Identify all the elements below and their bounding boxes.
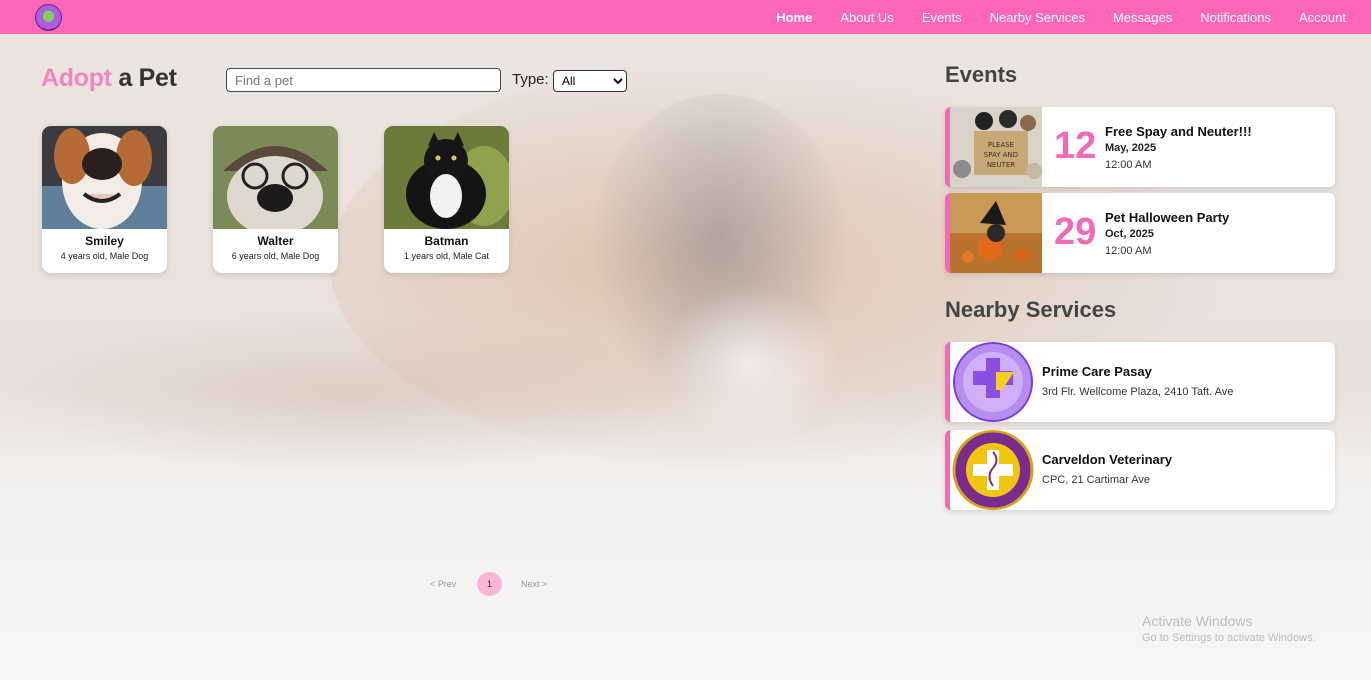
service-name: Prime Care Pasay [1042,364,1152,379]
pet-name: Walter [257,234,294,248]
nav-events[interactable]: Events [922,10,962,25]
watermark-line2: Go to Settings to activate Windows. [1142,632,1316,644]
nav-home[interactable]: Home [776,10,812,25]
svg-text:SPAY AND: SPAY AND [984,151,1018,159]
watermark-line1: Activate Windows [1142,613,1253,629]
pet-info: 4 years old, Male Dog [60,251,149,261]
event-month: Oct, 2025 [1105,228,1154,240]
pet-name: Batman [424,234,469,248]
search-input[interactable] [226,68,501,92]
carveldon-logo [952,430,1034,510]
nav-notifications[interactable]: Notifications [1200,10,1271,25]
event-image: PLEASE SPAY AND NEUTER [950,107,1042,187]
page-title: Adopt a Pet [41,64,177,93]
cat-photo [384,126,509,229]
dog-photo [42,126,167,229]
nav-nearby-services[interactable]: Nearby Services [990,10,1085,25]
event-time: 12:00 AM [1105,245,1152,257]
nav-about-us[interactable]: About Us [840,10,893,25]
pagination: < Prev 1 Next > [0,572,1371,596]
service-card[interactable]: Prime Care Pasay 3rd Flr. Wellcome Plaza… [945,342,1335,422]
pet-name: Smiley [85,234,124,248]
service-name: Carveldon Veterinary [1042,452,1173,467]
event-title: Pet Halloween Party [1105,210,1230,225]
services-heading: Nearby Services [945,297,1117,322]
nav-messages[interactable]: Messages [1113,10,1172,25]
event-title: Free Spay and Neuter!!! [1105,124,1252,139]
title-rest: a Pet [118,64,177,92]
pet-card[interactable]: Walter 6 years old, Male Dog [213,126,338,273]
page-1-button[interactable]: 1 [477,572,502,596]
svg-text:PLEASE: PLEASE [988,141,1014,149]
title-highlight: Adopt [41,64,112,92]
pet-info: 1 years old, Male Cat [403,251,490,261]
pet-info: 6 years old, Male Dog [231,251,320,261]
activate-windows-watermark: Activate Windows Go to Settings to activ… [1142,613,1316,644]
dog-photo [213,126,338,229]
prime-care-logo [952,342,1034,422]
event-month: May, 2025 [1105,142,1157,154]
prev-page-button[interactable]: < Prev [430,579,456,589]
site-logo[interactable] [35,4,62,31]
nav-account[interactable]: Account [1299,10,1346,25]
svg-text:NEUTER: NEUTER [987,161,1015,169]
service-card[interactable]: Carveldon Veterinary CPC, 21 Cartimar Av… [945,430,1335,510]
event-day: 12 [1054,125,1097,167]
event-day: 29 [1054,211,1097,253]
pet-card[interactable]: Batman 1 years old, Male Cat [384,126,509,273]
top-nav: Home About Us Events Nearby Services Mes… [0,0,1371,34]
service-address: 3rd Flr. Wellcome Plaza, 2410 Taft. Ave [1042,386,1234,398]
events-heading: Events [945,62,1018,87]
event-time: 12:00 AM [1105,159,1152,171]
next-page-button[interactable]: Next > [521,579,547,589]
service-address: CPC, 21 Cartimar Ave [1042,474,1151,486]
type-label: Type: [512,71,549,88]
type-select[interactable]: All [553,70,627,92]
event-image [950,193,1042,273]
event-card[interactable]: 29 Pet Halloween Party Oct, 2025 12:00 A… [945,193,1335,273]
event-card[interactable]: PLEASE SPAY AND NEUTER 12 Free Spay and … [945,107,1335,187]
pet-card[interactable]: Smiley 4 years old, Male Dog [42,126,167,273]
nav-links: Home About Us Events Nearby Services Mes… [748,0,1346,34]
